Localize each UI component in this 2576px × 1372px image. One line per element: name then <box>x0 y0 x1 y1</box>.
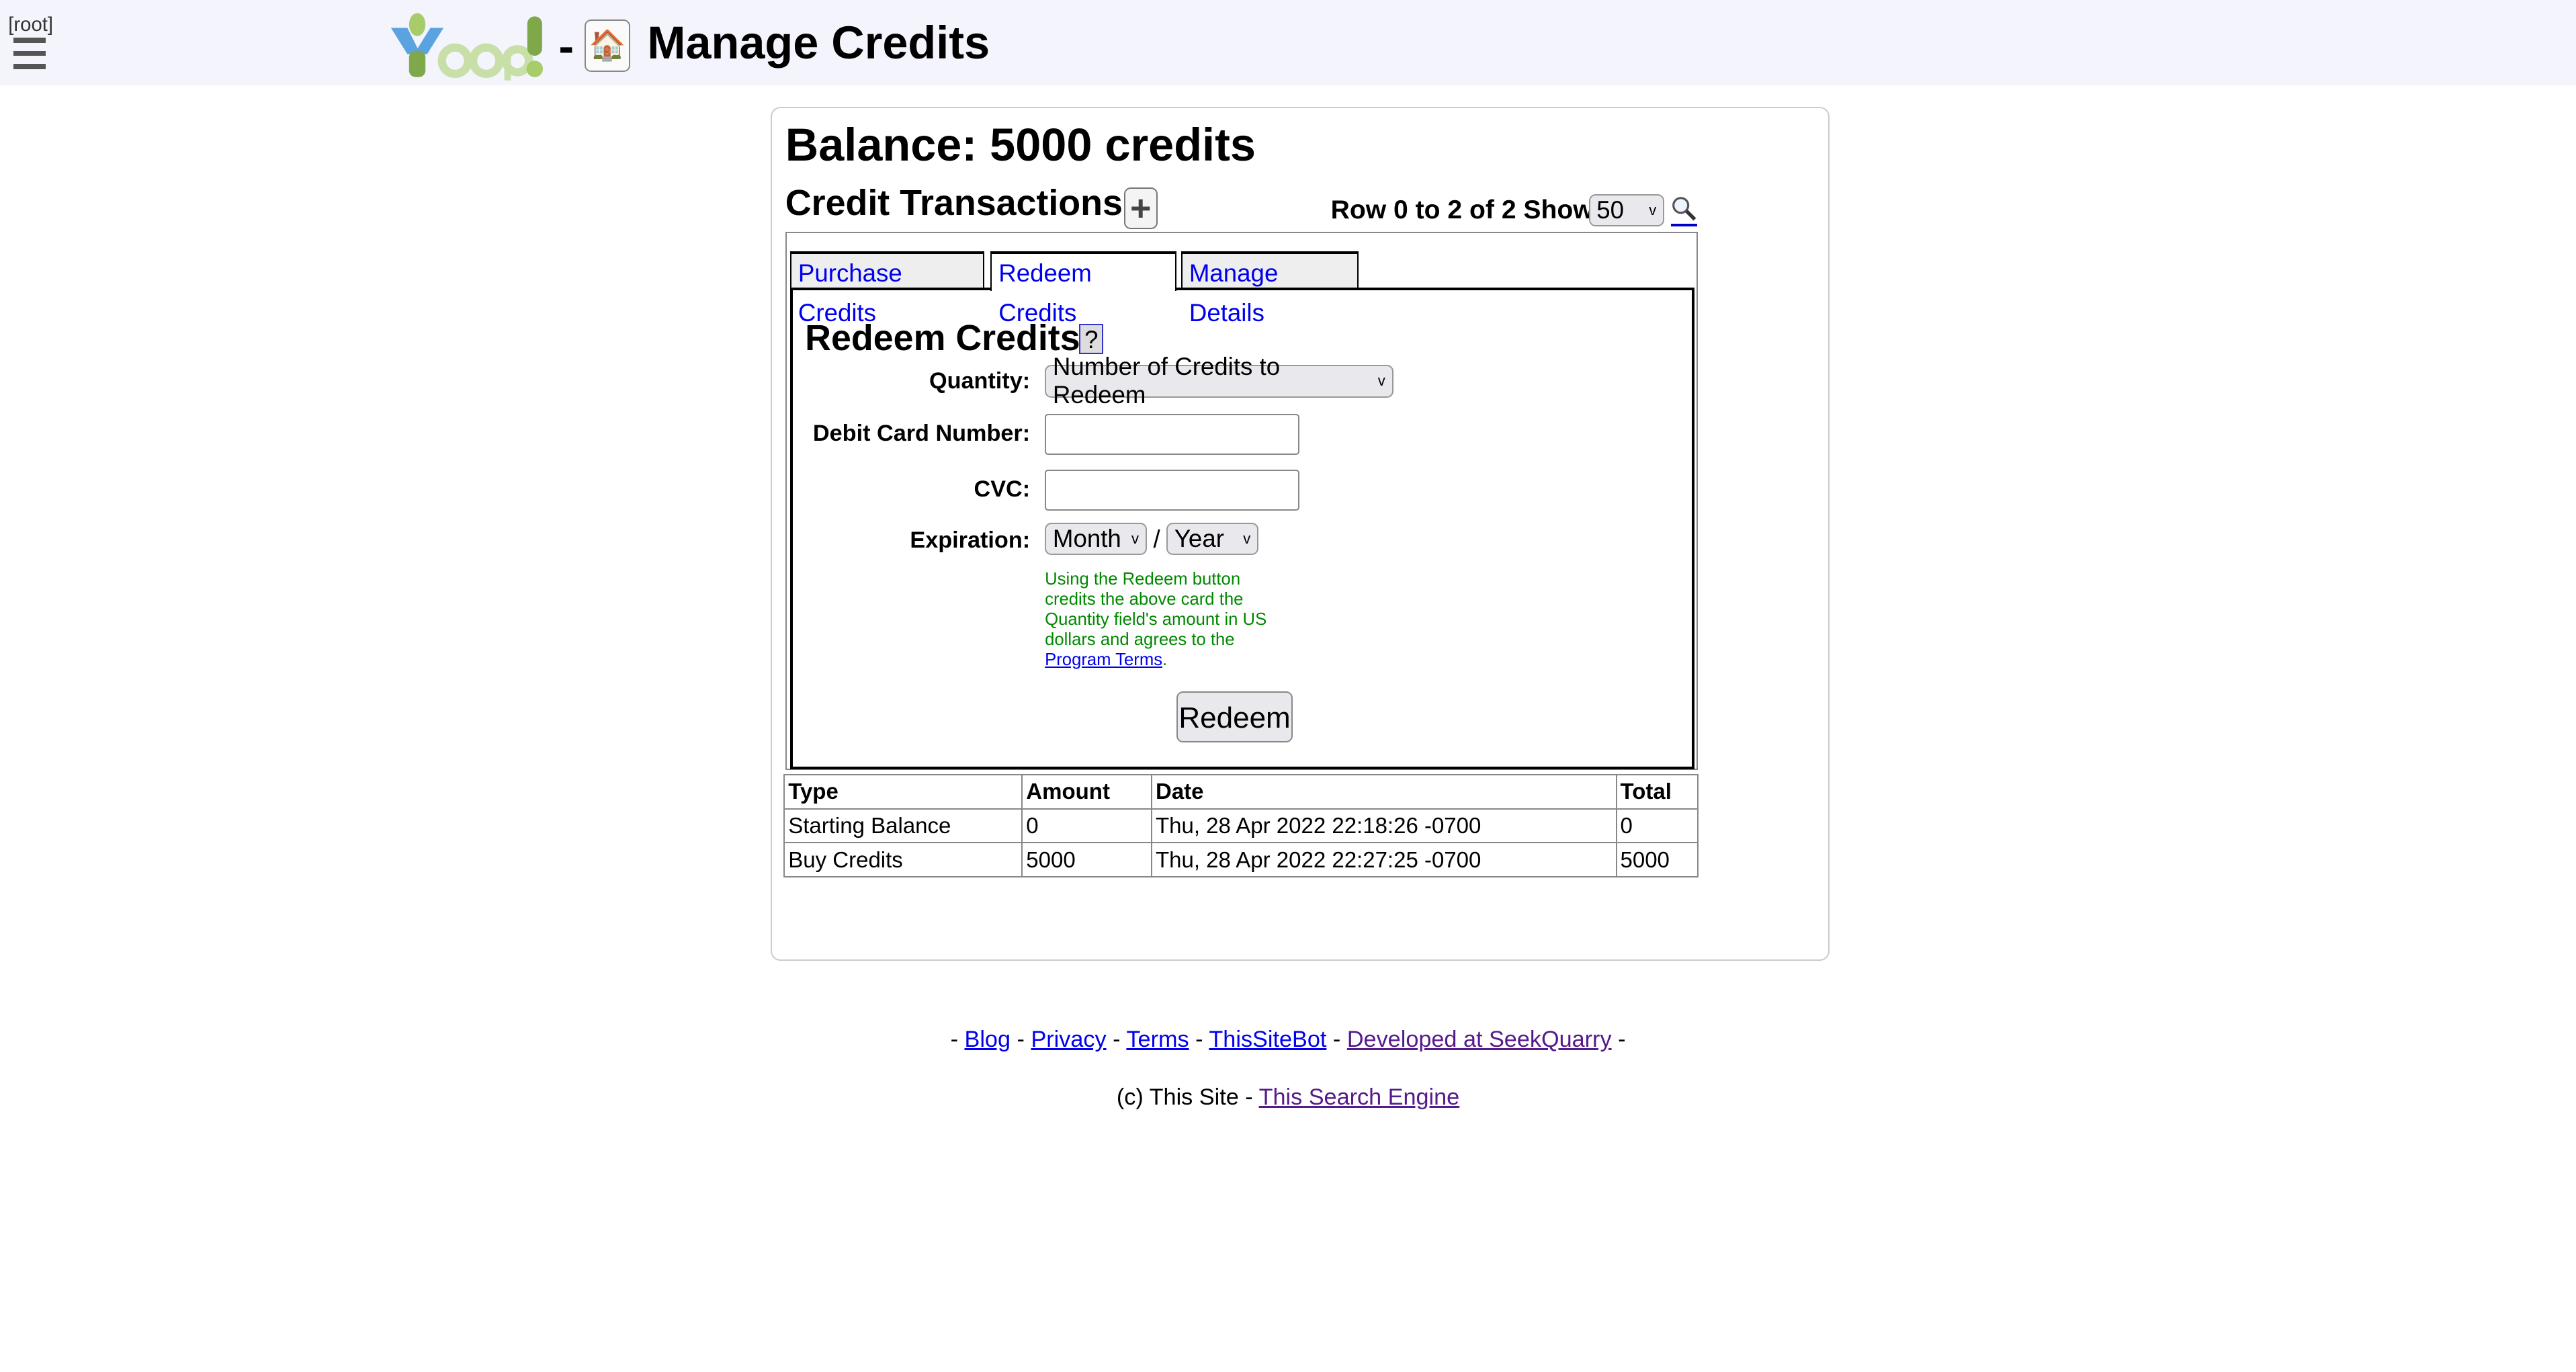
plus-icon: + <box>1130 187 1152 228</box>
sep: - <box>950 1027 958 1053</box>
copyright-text: (c) This Site - <box>1116 1084 1253 1110</box>
table-cell: 5000 <box>1615 842 1699 878</box>
yoop-logo[interactable] <box>388 11 549 87</box>
footer-links: - Blog - Privacy - Terms - ThisSiteBot -… <box>0 1027 2576 1053</box>
table-header-row: Type Amount Date Total <box>783 773 1699 810</box>
help-button[interactable]: ? <box>1079 323 1104 355</box>
sep: - <box>1113 1027 1121 1053</box>
cvc-label: CVC: <box>974 476 1031 503</box>
root-label[interactable]: [root] <box>8 13 53 36</box>
column-header: Total <box>1615 773 1699 810</box>
table-cell: 0 <box>1615 808 1699 844</box>
redeem-notice: Using the Redeem button credits the abov… <box>1045 570 1283 670</box>
transactions-table: Type Amount Date Total Starting Balance … <box>783 773 1699 878</box>
page-title: Manage Credits <box>647 17 990 69</box>
expiration-year-select[interactable]: Year v <box>1166 522 1258 556</box>
column-header: Amount <box>1021 773 1153 810</box>
house-icon: 🏠 <box>589 29 626 62</box>
table-cell: Starting Balance <box>783 808 1023 844</box>
hamburger-menu-icon[interactable] <box>13 38 46 77</box>
show-count-select[interactable]: 50 v <box>1588 194 1664 227</box>
row-info: Row 0 to 2 of 2 Show <box>1330 195 1594 224</box>
debit-card-input[interactable] <box>1045 414 1300 456</box>
expiration-slash: / <box>1153 525 1160 554</box>
sep: - <box>1017 1027 1025 1053</box>
year-value: Year <box>1174 525 1224 552</box>
quantity-value: Number of Credits to Redeem <box>1052 353 1281 409</box>
table-cell: Thu, 28 Apr 2022 22:27:25 -0700 <box>1151 842 1617 878</box>
top-bar <box>0 0 2576 86</box>
sep: - <box>1332 1027 1341 1053</box>
seekquarry-link[interactable]: Developed at SeekQuarry <box>1347 1027 1612 1052</box>
search-icon[interactable] <box>1670 196 1697 226</box>
notice-end: . <box>1162 650 1168 669</box>
debit-card-label: Debit Card Number: <box>812 420 1031 446</box>
home-button[interactable]: 🏠 <box>585 19 631 72</box>
search-engine-link[interactable]: This Search Engine <box>1259 1084 1460 1110</box>
tab-manage-details[interactable]: Manage Details <box>1181 251 1359 327</box>
tab-purchase-credits[interactable]: Purchase Credits <box>790 251 984 327</box>
table-row: Buy Credits 5000 Thu, 28 Apr 2022 22:27:… <box>783 842 1699 878</box>
balance-heading: Balance: 5000 credits <box>785 119 1256 171</box>
column-header: Date <box>1151 773 1617 810</box>
show-count-value: 50 <box>1596 196 1625 224</box>
table-row: Starting Balance 0 Thu, 28 Apr 2022 22:1… <box>783 808 1699 844</box>
redeem-button[interactable]: Redeem <box>1176 691 1293 743</box>
column-header: Type <box>783 773 1023 810</box>
expiration-label: Expiration: <box>910 527 1031 553</box>
blog-link[interactable]: Blog <box>965 1027 1011 1052</box>
table-cell: Thu, 28 Apr 2022 22:18:26 -0700 <box>1151 808 1617 844</box>
quantity-label: Quantity: <box>929 368 1031 394</box>
sep: - <box>1195 1027 1203 1053</box>
title-separator: - <box>558 20 574 73</box>
expiration-month-select[interactable]: Month v <box>1045 522 1147 556</box>
terms-link[interactable]: Terms <box>1126 1027 1189 1052</box>
tab-redeem-credits[interactable]: Redeem Credits <box>990 251 1176 327</box>
privacy-link[interactable]: Privacy <box>1031 1027 1106 1052</box>
program-terms-link[interactable]: Program Terms <box>1045 650 1162 669</box>
month-value: Month <box>1052 525 1121 552</box>
thissitebot-link[interactable]: ThisSiteBot <box>1209 1027 1326 1052</box>
cvc-input[interactable] <box>1045 470 1300 511</box>
sep: - <box>1618 1027 1626 1053</box>
chevron-down-icon: v <box>1377 372 1385 390</box>
table-cell: 0 <box>1021 808 1153 844</box>
transactions-heading: Credit Transactions <box>785 183 1123 224</box>
quantity-select[interactable]: Number of Credits to Redeem v <box>1045 353 1393 409</box>
copyright: (c) This Site - This Search Engine <box>0 1084 2576 1111</box>
chevron-down-icon: v <box>1243 530 1251 547</box>
notice-text: Using the Redeem button credits the abov… <box>1045 570 1267 649</box>
table-cell: Buy Credits <box>783 842 1023 878</box>
chevron-down-icon: v <box>1131 530 1139 547</box>
chevron-down-icon: v <box>1649 201 1657 218</box>
add-transaction-button[interactable]: + <box>1123 187 1158 230</box>
table-cell: 5000 <box>1021 842 1153 878</box>
